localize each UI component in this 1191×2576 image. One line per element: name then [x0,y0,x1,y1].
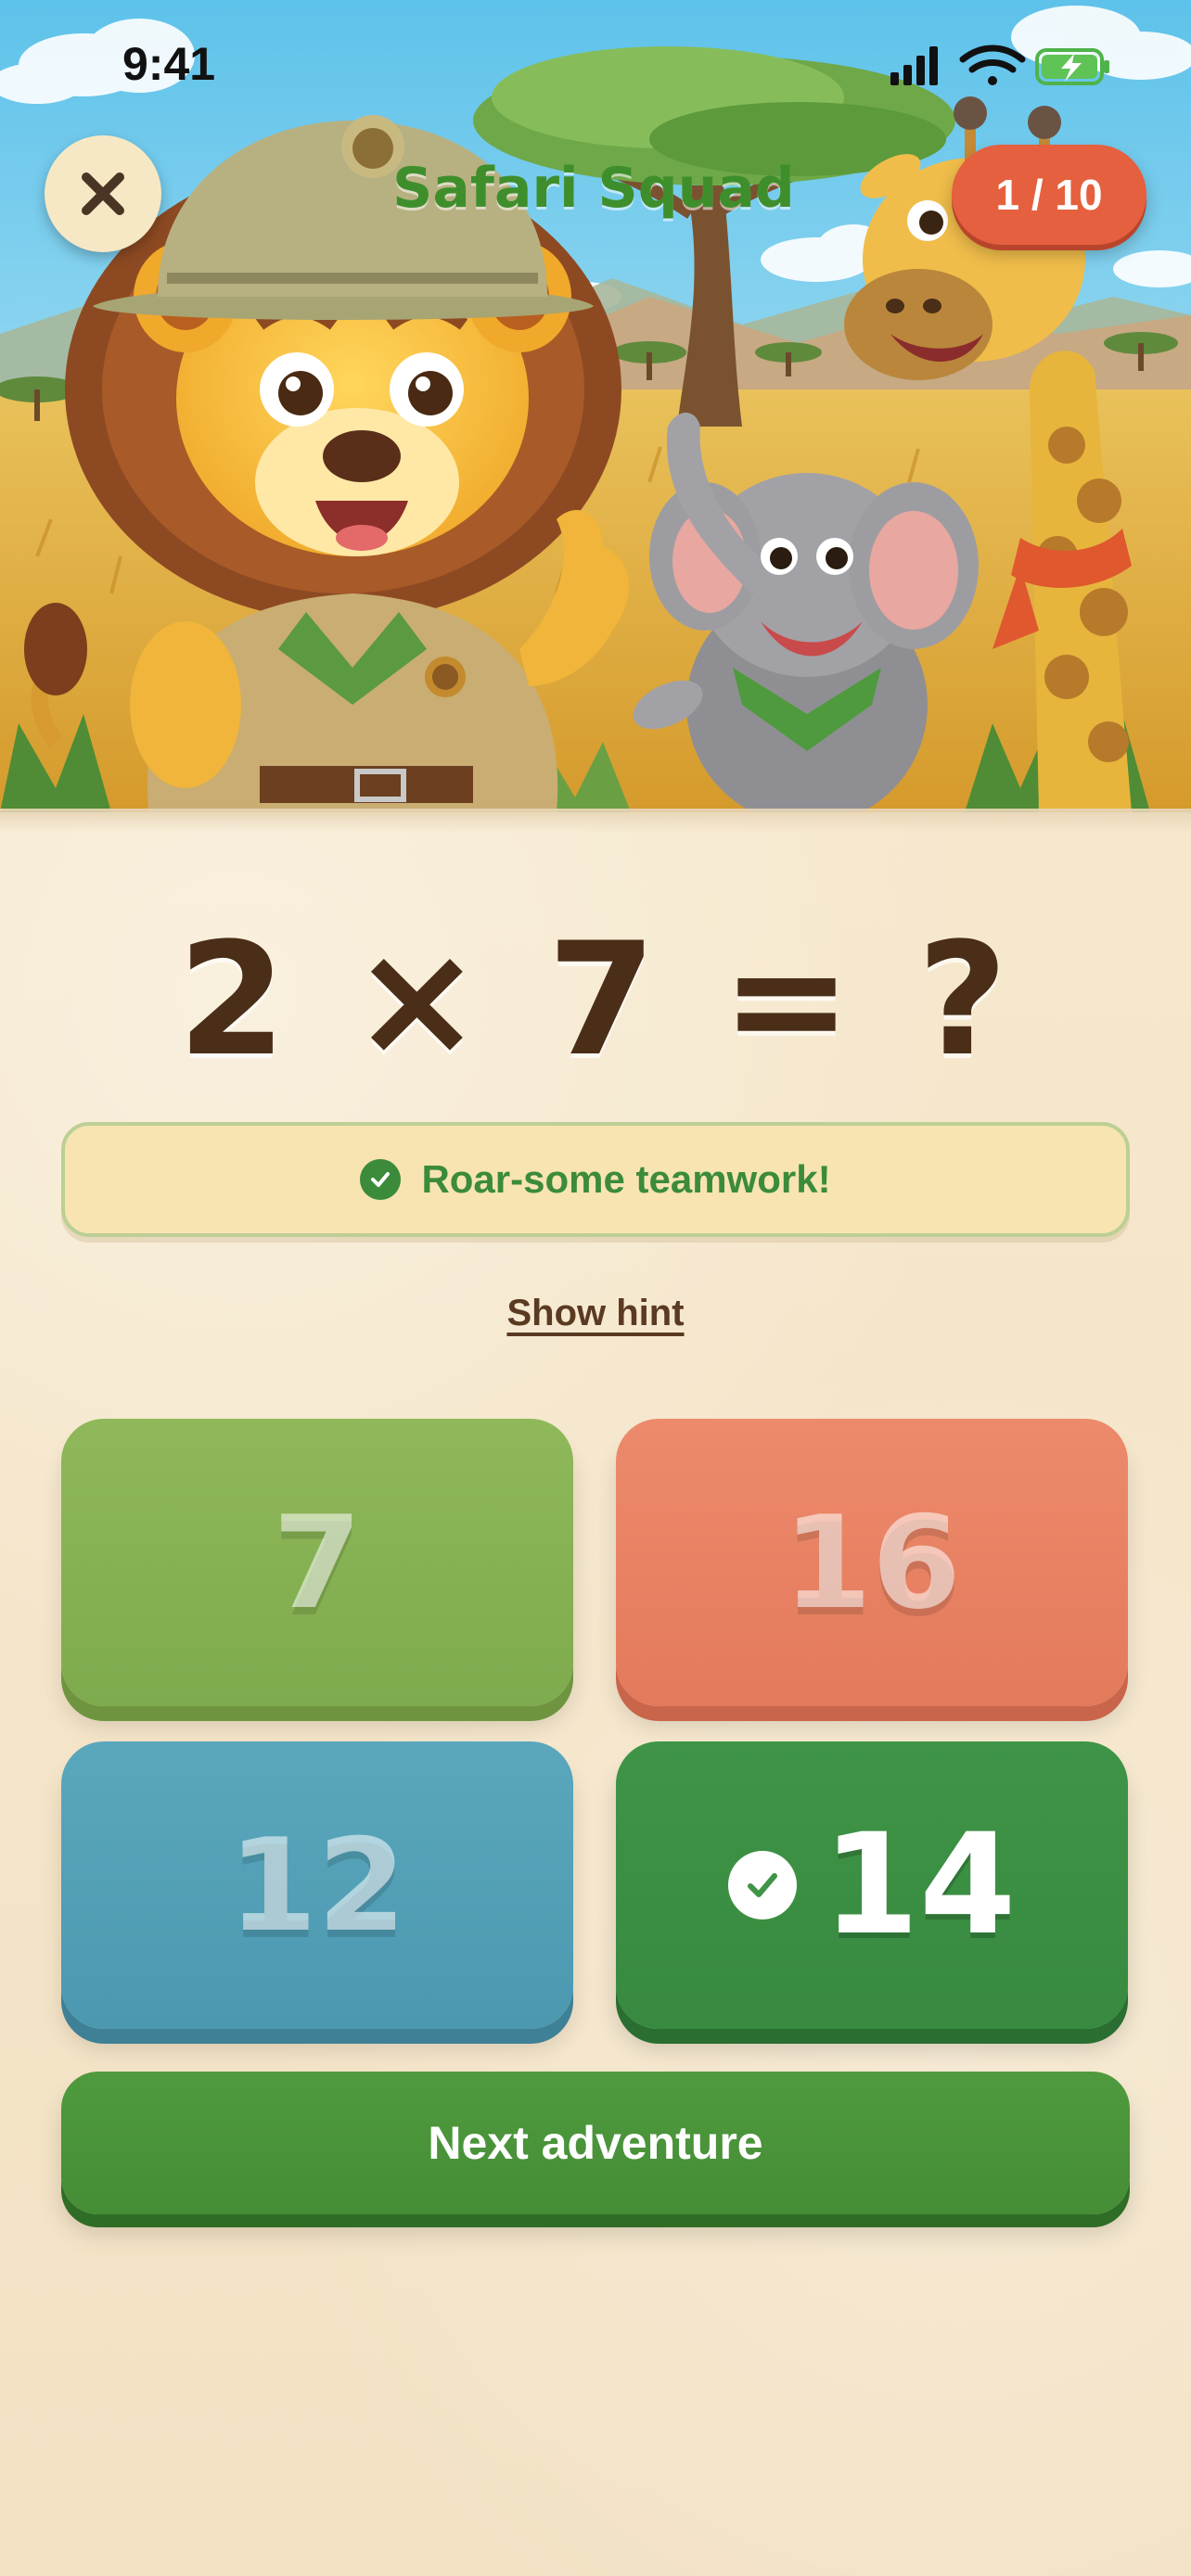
status-bar: 9:41 [0,0,1191,130]
next-adventure-label: Next adventure [428,2117,763,2169]
check-circle-icon [360,1159,402,1200]
signal-icon [890,46,938,85]
check-circle-icon [727,1851,797,1919]
wifi-icon [959,45,1026,85]
answer-option-7[interactable]: 7 [61,1419,573,1706]
answer-value: 16 [782,1487,962,1638]
question-equation: 2 × 7 = ? [177,909,1014,1090]
show-hint-link[interactable]: Show hint [410,1293,781,1334]
feedback-banner: Roar-some teamwork! [61,1122,1130,1237]
status-time: 9:41 [122,38,216,90]
answer-value: 7 [272,1487,363,1638]
answer-option-12[interactable]: 12 [61,1741,573,2029]
answer-option-16[interactable]: 16 [616,1419,1128,1706]
hero-bottom-edge [0,809,1191,833]
app-title: Safari Squad [392,156,795,221]
answer-value: 12 [227,1810,407,1960]
next-adventure-button[interactable]: Next adventure [61,2072,1130,2214]
close-icon [82,172,124,215]
answer-value: 14 [822,1804,1017,1966]
question-progress-badge: 1 / 10 [952,145,1146,245]
answer-option-14-correct[interactable]: 14 [616,1741,1128,2029]
close-button[interactable] [45,135,161,252]
question-progress-text: 1 / 10 [995,171,1103,219]
feedback-text: Roar-some teamwork! [421,1157,831,1201]
battery-icon [1035,48,1109,85]
status-icons [890,45,1109,85]
